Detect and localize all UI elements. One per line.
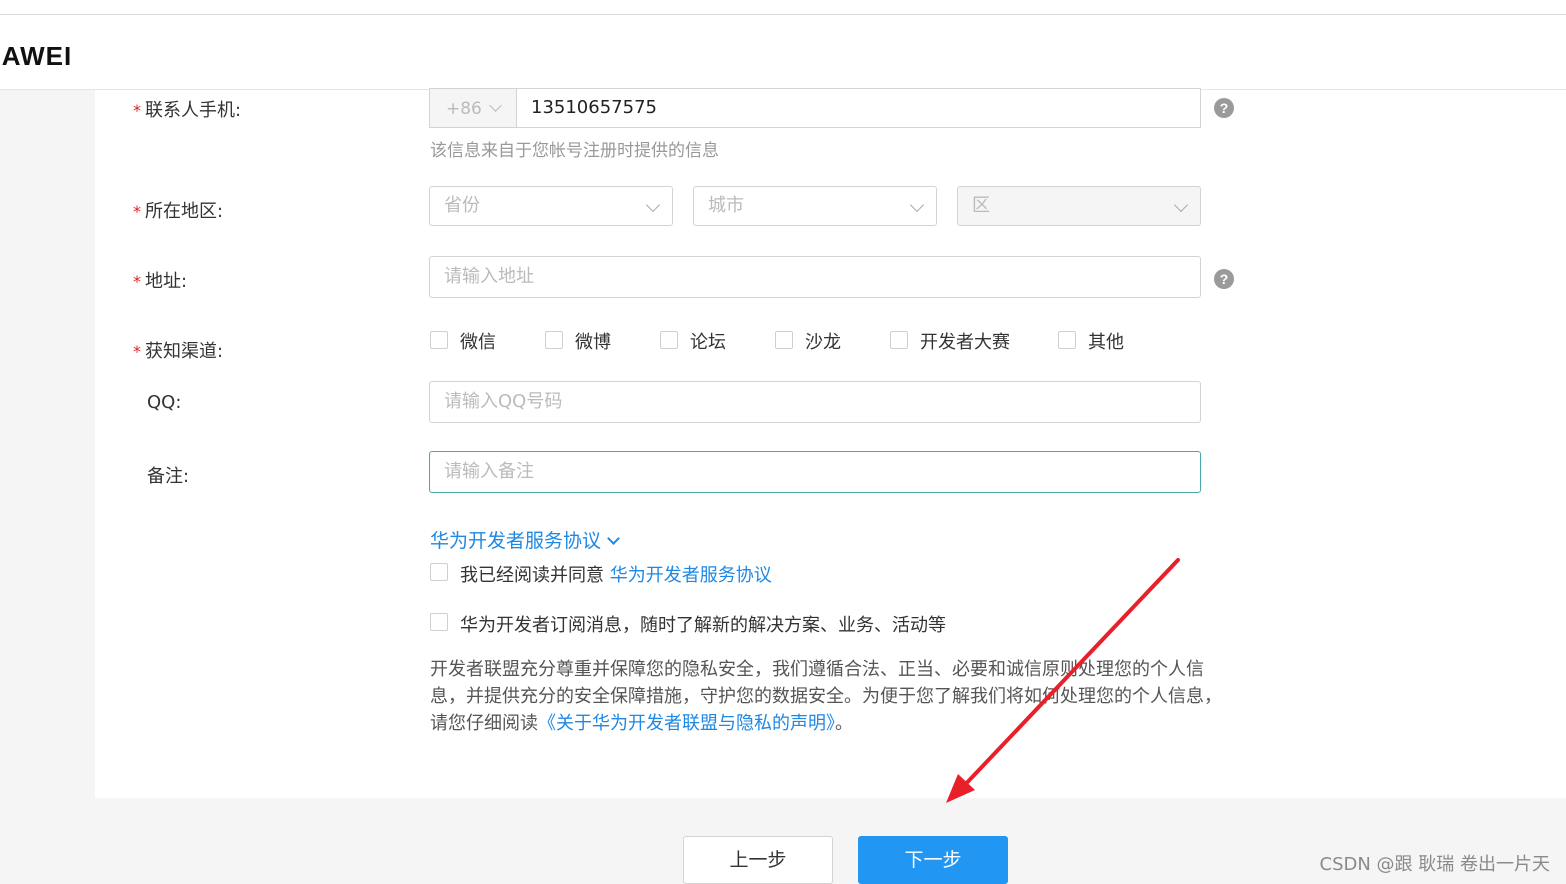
- address-label: * 地址:: [133, 267, 187, 293]
- agree-terms-checkbox[interactable]: [430, 563, 448, 581]
- watermark: CSDN @跟 耿瑞 卷出一片天: [1319, 854, 1550, 875]
- province-placeholder: 省份: [444, 195, 480, 216]
- browser-bookmarks-strip: [0, 0, 1566, 15]
- channel-option-label: 微博: [575, 332, 611, 353]
- channel-label: * 获知渠道:: [133, 337, 223, 363]
- channel-forum-checkbox[interactable]: [660, 331, 678, 349]
- previous-step-button[interactable]: 上一步: [683, 836, 833, 884]
- privacy-statement: 开发者联盟充分尊重并保障您的隐私安全，我们遵循合法、正当、必要和诚信原则处理您的…: [430, 656, 1230, 737]
- agree-terms-label: 我已经阅读并同意 华为开发者服务协议: [460, 561, 772, 587]
- privacy-text-end: 。: [835, 713, 853, 734]
- help-icon[interactable]: ?: [1214, 98, 1234, 118]
- region-label-text: 所在地区:: [145, 201, 224, 222]
- next-step-button[interactable]: 下一步: [858, 836, 1008, 884]
- qq-label: QQ:: [147, 392, 182, 413]
- province-select[interactable]: 省份: [429, 186, 673, 226]
- channel-other-checkbox[interactable]: [1058, 331, 1076, 349]
- agreement-toggle-label: 华为开发者服务协议: [430, 530, 602, 552]
- remark-label: 备注:: [147, 466, 190, 487]
- channel-weibo-checkbox[interactable]: [545, 331, 563, 349]
- required-mark: *: [133, 272, 141, 291]
- agreement-toggle[interactable]: 华为开发者服务协议: [430, 526, 620, 553]
- country-code-value: +86: [446, 99, 482, 119]
- phone-hint: 该信息来自于您帐号注册时提供的信息: [430, 141, 719, 161]
- required-mark: *: [133, 202, 141, 221]
- chevron-down-icon: [909, 197, 925, 213]
- huawei-logo[interactable]: UAWEI: [0, 41, 72, 72]
- channel-contest-checkbox[interactable]: [890, 331, 908, 349]
- channel-option-label: 其他: [1088, 332, 1124, 353]
- region-label: * 所在地区:: [133, 197, 223, 223]
- channel-option-label: 微信: [460, 332, 496, 353]
- subscribe-checkbox[interactable]: [430, 613, 448, 631]
- channel-wechat-checkbox[interactable]: [430, 331, 448, 349]
- required-mark: *: [133, 342, 141, 361]
- channel-option-label: 开发者大赛: [920, 332, 1010, 353]
- help-icon[interactable]: ?: [1214, 269, 1234, 289]
- channel-option-label: 论坛: [690, 332, 726, 353]
- district-placeholder: 区: [972, 195, 990, 216]
- channel-salon-checkbox[interactable]: [775, 331, 793, 349]
- chevron-down-icon: [1173, 197, 1189, 213]
- chevron-down-icon: [607, 532, 620, 545]
- channel-option-label: 沙龙: [805, 332, 841, 353]
- phone-label: * 联系人手机:: [133, 96, 241, 122]
- address-input[interactable]: 请输入地址: [429, 256, 1201, 298]
- address-label-text: 地址:: [145, 271, 188, 292]
- agree-terms-prefix: 我已经阅读并同意: [460, 565, 604, 586]
- phone-input[interactable]: 13510657575: [516, 88, 1201, 128]
- subscribe-label: 华为开发者订阅消息，随时了解新的解决方案、业务、活动等: [460, 615, 946, 636]
- district-select[interactable]: 区: [957, 186, 1201, 226]
- remark-input[interactable]: 请输入备注: [429, 451, 1201, 493]
- city-placeholder: 城市: [708, 195, 744, 216]
- service-agreement-link[interactable]: 华为开发者服务协议: [610, 565, 772, 586]
- qq-input[interactable]: 请输入QQ号码: [429, 381, 1201, 423]
- chevron-down-icon: [645, 197, 661, 213]
- privacy-policy-link[interactable]: 《关于华为开发者联盟与隐私的声明》: [538, 713, 835, 734]
- site-header: UAWEI: [0, 15, 1566, 90]
- phone-label-text: 联系人手机:: [145, 100, 242, 121]
- chevron-down-icon: [489, 99, 502, 112]
- required-mark: *: [133, 101, 141, 120]
- country-code-select[interactable]: +86: [429, 88, 516, 128]
- channel-label-text: 获知渠道:: [145, 341, 224, 362]
- city-select[interactable]: 城市: [693, 186, 937, 226]
